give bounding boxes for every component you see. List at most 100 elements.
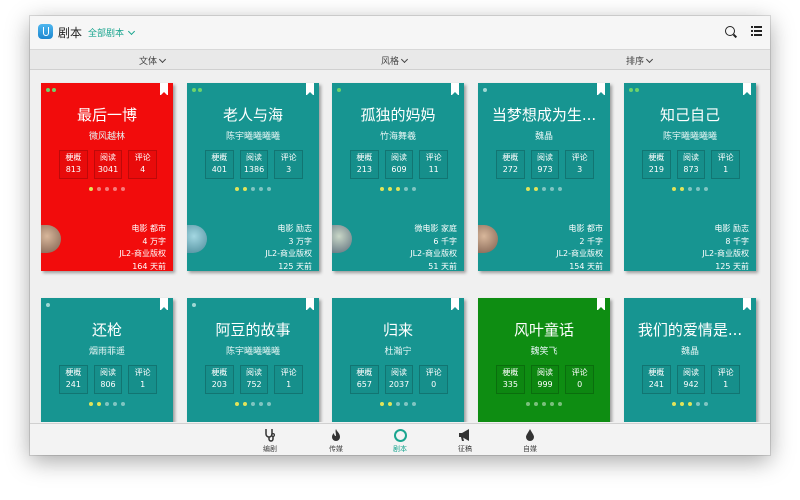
bookmark-icon[interactable]: [597, 298, 605, 311]
bookmark-icon[interactable]: [743, 298, 751, 311]
bookmark-icon[interactable]: [306, 83, 314, 96]
bottom-nav: 编剧 传媒 剧本 征稿 自媒: [30, 423, 770, 455]
script-card[interactable]: 最后一博 微风越林 梗概 813 阅读 3041 评论 4 电影 都市 4 万字 JL…: [41, 83, 173, 271]
bookmark-icon[interactable]: [160, 298, 168, 311]
card-meta: 电影 励志 3 万字 JL2-商业版权 125 天前: [265, 223, 312, 273]
stat-label: 评论: [717, 153, 734, 162]
card-genre: 电影 都市: [568, 224, 603, 233]
bookmark-icon[interactable]: [597, 83, 605, 96]
nav-media[interactable]: 传媒: [316, 428, 356, 454]
card-stats: 梗概 401 阅读 1386 评论 3: [205, 150, 304, 179]
stat-comments: 评论 1: [128, 365, 158, 394]
card-author: 陈宇曦曦曦曦: [225, 132, 280, 142]
filter-label: 风格: [381, 57, 400, 67]
script-card[interactable]: 老人与海 陈宇曦曦曦曦 梗概 401 阅读 1386 评论 3 电影 励志 3 万字 …: [187, 83, 319, 271]
card-author: 魏晶: [680, 347, 699, 357]
card-stats: 梗概 219 阅读 873 评论 1: [642, 150, 741, 179]
nav-self-media[interactable]: 自媒: [510, 428, 550, 454]
card-age: 154 天前: [569, 261, 603, 271]
card-stats: 梗概 657 阅读 2037 评论 0: [350, 365, 449, 394]
card-age: 125 天前: [715, 261, 749, 271]
script-card[interactable]: 孤独的妈妈 竹海舞羲 梗概 213 阅读 609 评论 11 微电影 家庭 6 千字 …: [332, 83, 464, 271]
status-dots: [629, 88, 639, 92]
card-age: 125 天前: [278, 261, 312, 271]
stat-value: 752: [246, 380, 262, 389]
page-title: 剧本: [58, 26, 83, 40]
stat-label: 评论: [280, 368, 297, 377]
stat-label: 阅读: [537, 153, 553, 162]
stat-label: 评论: [134, 153, 151, 162]
stat-comments: 评论 0: [565, 365, 595, 394]
stat-label: 梗概: [648, 153, 665, 162]
app-logo-icon: [38, 24, 53, 39]
stat-value: 213: [356, 165, 372, 174]
stat-label: 梗概: [211, 368, 228, 377]
script-card[interactable]: 知己自己 陈宇曦曦曦曦 梗概 219 阅读 873 评论 1 电影 励志 8 千字 J…: [624, 83, 756, 271]
stat-reads: 阅读 942: [676, 365, 706, 394]
filter-genre[interactable]: 文体: [139, 54, 167, 67]
script-card[interactable]: 当梦想成为生... 魏晶 梗概 272 阅读 973 评论 3 电影 都市 2 千字 …: [478, 83, 610, 271]
stat-label: 梗概: [356, 368, 373, 377]
script-card[interactable]: 归来 杜瀚宁 梗概 657 阅读 2037 评论 0: [332, 298, 464, 422]
chevron-down-icon: [127, 27, 136, 35]
card-rights: JL2-商业版权: [119, 249, 166, 258]
nav-label: 征稿: [458, 445, 472, 453]
stat-outline: 梗概 657: [350, 365, 379, 394]
stat-value: 3041: [97, 165, 119, 174]
stat-reads: 阅读 609: [384, 150, 414, 179]
stat-value: 813: [65, 165, 81, 174]
stat-value: 241: [65, 380, 81, 389]
stat-comments: 评论 1: [274, 365, 304, 394]
script-card[interactable]: 我们的爱情是... 魏晶 梗概 241 阅读 942 评论 1: [624, 298, 756, 422]
stat-value: 1: [140, 380, 146, 389]
nav-submissions[interactable]: 征稿: [445, 428, 485, 454]
stat-label: 阅读: [683, 153, 699, 162]
nav-label: 传媒: [329, 445, 343, 453]
script-card[interactable]: 风叶童话 魏笑飞 梗概 335 阅读 999 评论 0: [478, 298, 610, 422]
bookmark-icon[interactable]: [743, 83, 751, 96]
card-author: 竹海舞羲: [379, 132, 416, 142]
card-stats: 梗概 241 阅读 942 评论 1: [642, 365, 741, 394]
search-icon[interactable]: [725, 26, 735, 36]
filter-label: 排序: [626, 57, 645, 67]
card-author: 陈宇曦曦曦曦: [662, 132, 717, 142]
stat-label: 评论: [571, 153, 588, 162]
nav-writer[interactable]: 编剧: [250, 428, 290, 454]
card-title: 知己自己: [659, 106, 720, 124]
card-meta: 电影 都市 4 万字 JL2-商业版权 164 天前: [119, 223, 166, 273]
bookmark-icon[interactable]: [451, 83, 459, 96]
card-pager: [187, 187, 319, 191]
stat-comments: 评论 0: [419, 365, 449, 394]
card-title: 还枪: [91, 321, 122, 339]
stat-value: 999: [537, 380, 553, 389]
stat-value: 0: [577, 380, 583, 389]
card-pager: [41, 402, 173, 406]
stat-label: 阅读: [391, 153, 407, 162]
chevron-down-icon: [158, 55, 167, 63]
list-menu-icon[interactable]: [751, 26, 762, 37]
card-pager: [187, 402, 319, 406]
card-pager: [478, 402, 610, 406]
stat-value: 806: [100, 380, 116, 389]
filter-sort[interactable]: 排序: [626, 54, 654, 67]
card-stats: 梗概 213 阅读 609 评论 11: [350, 150, 449, 179]
card-pager: [332, 402, 464, 406]
stat-label: 阅读: [100, 153, 116, 162]
stat-reads: 阅读 752: [239, 365, 269, 394]
filter-style[interactable]: 风格: [381, 54, 409, 67]
stat-reads: 阅读 973: [530, 150, 560, 179]
card-rights: JL2-商业版权: [556, 249, 603, 258]
stat-label: 阅读: [391, 368, 407, 377]
bookmark-icon[interactable]: [160, 83, 168, 96]
nav-scripts[interactable]: 剧本: [380, 428, 420, 454]
bookmark-icon[interactable]: [306, 298, 314, 311]
circle-icon: [393, 428, 407, 442]
stat-label: 阅读: [246, 368, 262, 377]
card-stats: 梗概 203 阅读 752 评论 1: [205, 365, 304, 394]
script-card[interactable]: 阿豆的故事 陈宇曦曦曦曦 梗概 203 阅读 752 评论 1: [187, 298, 319, 422]
script-card[interactable]: 还枪 烟雨菲遥 梗概 241 阅读 806 评论 1: [41, 298, 173, 422]
scope-dropdown[interactable]: 全部剧本: [88, 26, 136, 39]
stat-value: 241: [648, 380, 664, 389]
avatar: [478, 225, 498, 253]
bookmark-icon[interactable]: [451, 298, 459, 311]
